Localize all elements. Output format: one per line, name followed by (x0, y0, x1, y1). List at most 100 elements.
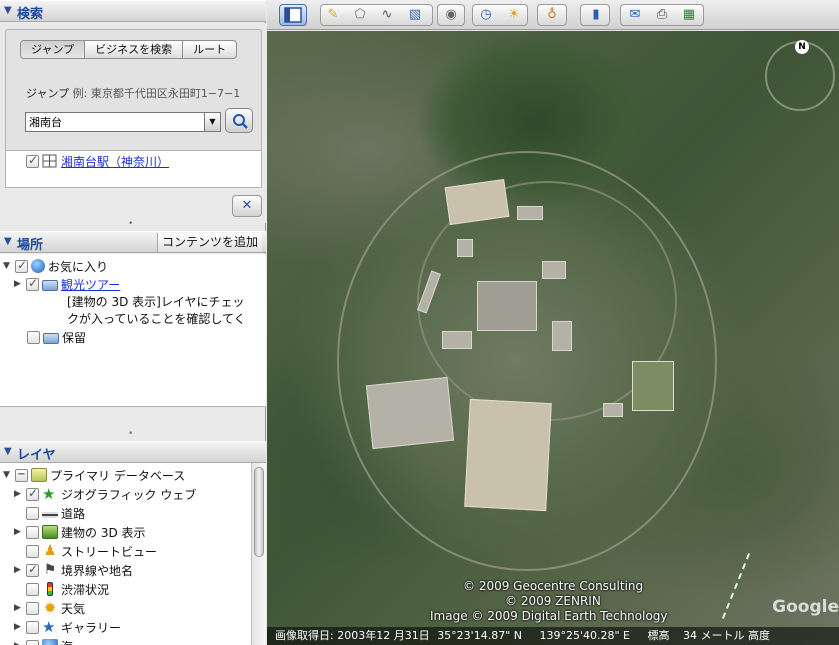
expand-right-icon[interactable]: ▶ (14, 565, 26, 575)
layer-label: 海 (61, 638, 73, 645)
sidebar: ▼ 検索 ジャンプ ビジネスを検索 ルート ジャンプ 例: 東京都千代田区永田町… (0, 0, 266, 645)
search-panel-header[interactable]: ▼ 検索 (0, 0, 266, 22)
layer-checkbox[interactable] (26, 525, 39, 539)
layer-label: プライマリ データベース (50, 468, 186, 483)
layer-checkbox[interactable] (26, 506, 39, 520)
tree-item-temporary[interactable]: 保留 (15, 328, 86, 346)
scrollbar-thumb[interactable] (254, 467, 264, 557)
search-input[interactable] (26, 113, 204, 131)
expand-right-icon[interactable]: ▶ (14, 527, 26, 537)
layer-label: 建物の 3D 表示 (61, 525, 146, 540)
email-icon[interactable]: ✉ (625, 6, 645, 24)
tree-item-label[interactable]: 観光ツアー (61, 276, 120, 293)
building (552, 321, 572, 351)
close-icon: ✕ (241, 198, 253, 213)
layer-checkbox[interactable] (26, 601, 39, 615)
expand-right-icon[interactable]: ▶ (14, 279, 26, 289)
polygon-icon[interactable]: ⬠ (350, 6, 370, 24)
description-line: クが入っていることを確認してく (67, 311, 246, 326)
building (517, 206, 543, 220)
clock-icon[interactable]: ◷ (476, 6, 496, 24)
layer-3d-buildings[interactable]: ▶ 建物の 3D 表示 (14, 523, 146, 541)
earth-view[interactable]: N © 2009 Geocentre Consulting © 2009 ZEN… (267, 31, 839, 645)
expand-down-icon[interactable]: ▼ (3, 470, 15, 480)
layer-label: ジオグラフィック ウェブ (61, 487, 197, 502)
collapse-triangle-icon[interactable]: ▼ (4, 5, 12, 16)
layers-panel-header[interactable]: ▼ レイヤ (0, 441, 266, 463)
credit-geocentre: © 2009 Geocentre Consulting (463, 579, 644, 593)
google-watermark: Google (772, 597, 839, 617)
layer-checkbox[interactable] (26, 486, 39, 501)
tree-item-tour[interactable]: ▶ 観光ツアー (14, 275, 120, 293)
ruler-button[interactable]: ▮ (580, 4, 610, 26)
add-content-button[interactable]: コンテンツを追加 (156, 233, 262, 252)
clear-search-button[interactable]: ✕ (232, 195, 262, 217)
layer-checkbox[interactable] (26, 544, 39, 558)
globe-icon (31, 259, 45, 273)
placemark-pin-icon[interactable]: ✎ (323, 6, 343, 24)
expand-down-icon[interactable]: ▼ (3, 261, 15, 271)
star-icon: ★ (42, 485, 56, 503)
sidebar-toggle-button[interactable] (279, 4, 307, 26)
search-history-dropdown[interactable]: ▼ (204, 113, 220, 131)
tab-directions[interactable]: ルート (183, 41, 236, 58)
tab-jump[interactable]: ジャンプ (21, 41, 86, 58)
layer-primary-db[interactable]: ▼ − プライマリ データベース (3, 466, 185, 484)
collapse-triangle-icon[interactable]: ▼ (4, 236, 12, 247)
expand-right-icon[interactable]: ▶ (14, 603, 26, 613)
layer-geographic-web[interactable]: ▶ ★ ジオグラフィック ウェブ (14, 485, 196, 503)
result-checkbox[interactable] (26, 153, 39, 168)
sunrise-icon[interactable]: ☀ (504, 6, 524, 24)
magnifier-icon (233, 114, 248, 129)
search-button[interactable] (225, 108, 253, 133)
tour-checkbox[interactable] (26, 276, 39, 291)
tree-item-label: お気に入り (48, 259, 109, 274)
layer-roads[interactable]: 道路 (14, 504, 85, 522)
playing-field (464, 398, 552, 512)
layer-checkbox[interactable] (26, 582, 39, 596)
favorites-checkbox[interactable] (15, 258, 28, 273)
layers-scrollbar[interactable] (251, 463, 266, 645)
longitude: 139°25'40.28" E (539, 629, 630, 642)
compass-north-icon[interactable]: N (795, 40, 809, 54)
view-in-maps-icon[interactable]: ▦ (679, 6, 699, 24)
layer-checkbox[interactable] (26, 620, 39, 634)
layer-street-view[interactable]: ♟ ストリートビュー (14, 542, 157, 560)
print-icon[interactable]: ⎙ (652, 6, 672, 24)
jump-label: ジャンプ (26, 87, 70, 100)
result-link[interactable]: 湘南台駅（神奈川） (61, 153, 169, 170)
elevation-label: 標高 (647, 629, 670, 642)
layers-stack-icon (31, 468, 47, 482)
places-panel-header[interactable]: ▼ 場所 コンテンツを追加 (0, 231, 266, 253)
temporary-checkbox[interactable] (27, 330, 40, 344)
record-tour-button[interactable]: ◉ (437, 4, 465, 26)
ruler-icon: ▮ (592, 7, 600, 22)
layer-gallery[interactable]: ▶ ★ ギャラリー (14, 618, 121, 636)
layer-checkbox[interactable] (26, 639, 39, 645)
collapse-triangle-icon[interactable]: ▼ (4, 446, 12, 457)
layer-borders[interactable]: ▶ ⚑ 境界線や地名 (14, 561, 133, 579)
search-result-item[interactable]: 湘南台駅（神奈川） (26, 153, 169, 169)
resize-handle[interactable] (128, 219, 134, 229)
search-box: ジャンプ ビジネスを検索 ルート ジャンプ 例: 東京都千代田区永田町1−7−1… (5, 29, 262, 164)
resize-handle[interactable] (128, 429, 134, 439)
expand-right-icon[interactable]: ▶ (14, 641, 26, 645)
layer-weather[interactable]: ▶ ✹ 天気 (14, 599, 85, 617)
building (603, 403, 623, 417)
planets-button[interactable]: ♁ (537, 4, 567, 26)
layer-checkbox[interactable]: − (15, 468, 28, 482)
tree-item-favorites[interactable]: ▼ お気に入り (3, 257, 108, 275)
layer-checkbox[interactable] (26, 562, 39, 577)
image-overlay-icon[interactable]: ▧ (405, 6, 425, 24)
expand-right-icon[interactable]: ▶ (14, 489, 26, 499)
layer-traffic[interactable]: 渋滞状況 (14, 580, 109, 598)
planet-icon: ♁ (547, 7, 557, 22)
tab-business-search[interactable]: ビジネスを検索 (85, 41, 184, 58)
elevation-value: 34 メートル 高度 (683, 629, 770, 642)
star-icon: ★ (42, 618, 56, 636)
toolbar: ✎ ⬠ ∿ ▧ ◉ ◷ ☀ ♁ ▮ ✉ ⎙ ▦ (267, 0, 839, 30)
navigation-compass[interactable]: N (765, 40, 835, 111)
path-icon[interactable]: ∿ (377, 6, 397, 24)
expand-right-icon[interactable]: ▶ (14, 622, 26, 632)
layer-ocean[interactable]: ▶ 海 (14, 637, 73, 645)
